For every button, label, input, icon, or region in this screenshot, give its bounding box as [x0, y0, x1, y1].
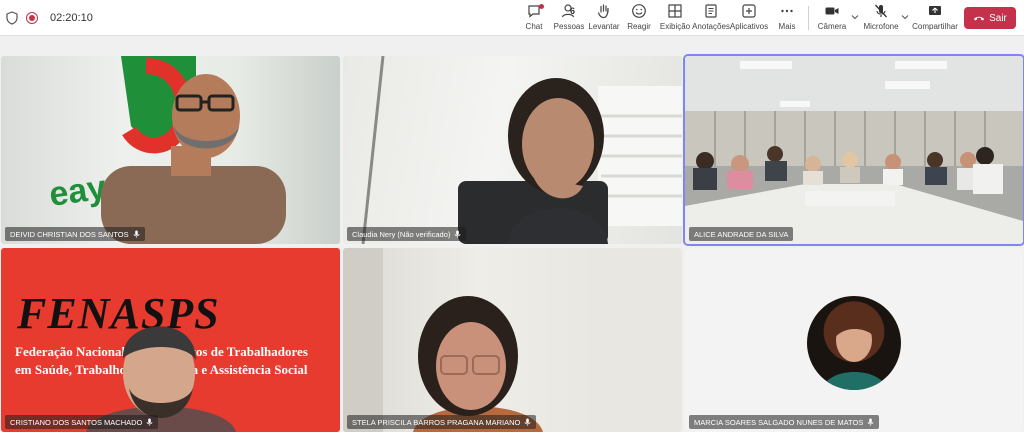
apps-button[interactable]: Aplicativos	[729, 3, 769, 33]
participant-tile[interactable]: eaya DEIVID CHRISTIAN DOS SANTOS	[1, 56, 340, 244]
share-button[interactable]: Compartilhar	[912, 3, 958, 33]
chat-label: Chat	[525, 22, 543, 31]
participant-name-tag: CRISTIANO DOS SANTOS MACHADO	[5, 415, 159, 429]
share-icon	[929, 6, 941, 15]
notes-icon	[705, 4, 717, 18]
meeting-toolbar: 02:20:10 Chat 6 Pessoas Levantar Reagir …	[0, 0, 1024, 36]
participant-name-tag: STELA PRISCILA BARROS PRAGANA MARIANO	[347, 415, 537, 429]
raise-hand-label: Levantar	[588, 22, 620, 31]
view-label: Exibição	[659, 22, 691, 31]
meeting-timer: 02:20:10	[50, 12, 93, 24]
apps-label: Aplicativos	[729, 22, 769, 31]
participant-video	[86, 326, 236, 432]
participant-video	[685, 56, 1023, 244]
participant-name: Claudia Nery (Não verificado)	[352, 229, 451, 239]
participant-name-tag: ALICE ANDRADE DA SILVA	[689, 227, 794, 241]
participant-tile[interactable]: FENASPS Federação Nacional dos Sindicato…	[1, 248, 340, 432]
camera-label: Câmera	[817, 22, 847, 31]
participant-name-tag: DEIVID CHRISTIAN DOS SANTOS	[5, 227, 145, 241]
participant-tile[interactable]: STELA PRISCILA BARROS PRAGANA MARIANO	[343, 248, 682, 432]
react-label: Reagir	[627, 22, 651, 31]
raise-hand-button[interactable]: Levantar	[588, 3, 620, 33]
chat-button[interactable]: Chat	[522, 3, 546, 33]
phone-hangup-icon	[974, 16, 985, 21]
participant-tile[interactable]: MARCIA SOARES SALGADO NUNES DE MATOS	[685, 248, 1023, 432]
participant-name: ALICE ANDRADE DA SILVA	[694, 229, 789, 239]
participant-name-tag: Claudia Nery (Não verificado)	[347, 227, 467, 241]
notes-label: Anotações	[692, 22, 730, 31]
mic-muted-icon	[875, 4, 887, 18]
camera-chevron-down-icon[interactable]	[851, 13, 859, 21]
participant-tile[interactable]: Claudia Nery (Não verificado)	[343, 56, 682, 244]
hand-icon	[597, 4, 609, 19]
camera-button[interactable]: Câmera	[818, 3, 846, 33]
react-button[interactable]: Reagir	[625, 3, 653, 33]
shield-icon	[6, 11, 18, 25]
mic-icon	[455, 230, 461, 238]
more-label: Mais	[778, 22, 796, 31]
view-button[interactable]: Exibição	[659, 3, 691, 33]
add-app-icon	[742, 4, 756, 18]
leave-button[interactable]: Sair	[964, 7, 1016, 29]
participant-video	[343, 248, 682, 432]
share-label: Compartilhar	[912, 22, 958, 31]
toolbar-divider	[808, 6, 809, 30]
smile-icon	[632, 4, 646, 18]
mic-button[interactable]: Microfone	[863, 3, 899, 33]
people-button[interactable]: 6 Pessoas	[554, 3, 584, 33]
more-button[interactable]: Mais	[775, 3, 799, 33]
leave-label: Sair	[989, 12, 1007, 24]
participant-name: MARCIA SOARES SALGADO NUNES DE MATOS	[694, 417, 864, 427]
video-grid: eaya DEIVID CHRISTIAN DOS SANTOS Claudia…	[0, 36, 1024, 432]
camera-icon	[825, 7, 839, 15]
mic-icon	[867, 418, 874, 426]
participant-name: DEIVID CHRISTIAN DOS SANTOS	[10, 229, 129, 239]
recording-icon	[26, 12, 38, 24]
participant-name: CRISTIANO DOS SANTOS MACHADO	[10, 417, 143, 427]
participant-name: STELA PRISCILA BARROS PRAGANA MARIANO	[352, 417, 521, 427]
avatar-photo	[822, 317, 887, 390]
grid-view-icon	[668, 4, 682, 18]
notes-button[interactable]: Anotações	[692, 3, 730, 33]
participant-tile-active-speaker[interactable]: ALICE ANDRADE DA SILVA	[683, 54, 1024, 246]
participant-name-tag: MARCIA SOARES SALGADO NUNES DE MATOS	[689, 415, 880, 429]
more-icon	[781, 9, 793, 13]
mic-label: Microfone	[863, 22, 899, 31]
mic-icon	[147, 418, 153, 426]
chat-unread-badge	[539, 4, 544, 9]
participant-video	[361, 56, 682, 244]
meeting-status: 02:20:10	[6, 0, 93, 36]
people-label: Pessoas	[553, 22, 585, 31]
mic-icon	[525, 418, 531, 426]
participant-video: eaya	[47, 56, 286, 244]
mic-icon	[133, 230, 139, 238]
avatar	[807, 296, 901, 390]
mic-chevron-down-icon[interactable]	[901, 13, 909, 21]
people-count: 6	[570, 6, 576, 16]
